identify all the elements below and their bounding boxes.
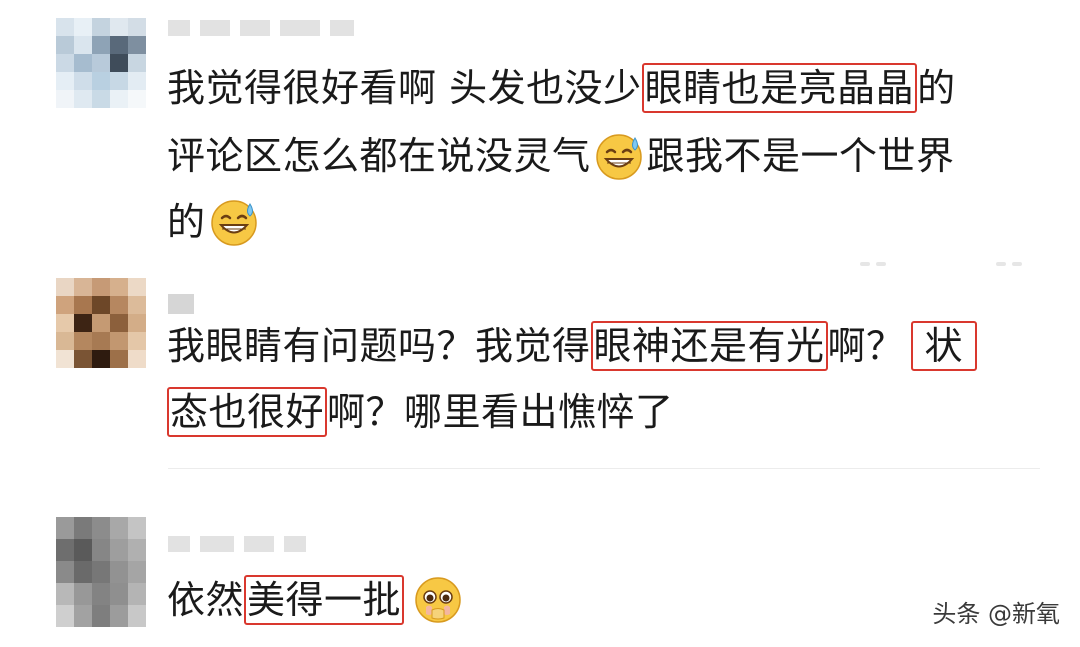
comment-text: 我觉得很好看啊 头发也没少 <box>167 66 642 110</box>
highlighted-text: 美得一批 <box>244 575 405 625</box>
highlighted-text: 眼神还是有光 <box>590 321 828 371</box>
watermark: 头条 @新氧 <box>932 594 1060 629</box>
divider <box>168 468 1040 469</box>
comment-text: 的 <box>917 66 956 110</box>
username-blurred[interactable] <box>168 20 354 36</box>
username-blurred[interactable] <box>168 294 194 314</box>
avatar[interactable] <box>56 278 146 368</box>
avatar[interactable] <box>56 18 146 108</box>
username-blurred[interactable] <box>168 536 306 552</box>
comment-text: 评论区怎么都在说没灵气 <box>167 134 591 178</box>
comment-text: 依然 <box>167 578 245 622</box>
grinning-sweat-emoji-icon <box>210 200 257 246</box>
pleading-face-emoji-icon <box>415 577 461 623</box>
comment-line: 的 <box>167 194 262 250</box>
comment-text: 我眼睛有问题吗？我觉得 <box>167 324 591 368</box>
comment-actions[interactable] <box>996 262 1022 266</box>
comment-line: 依然 美得一批 <box>167 572 466 628</box>
watermark-text: 头条 @新氧 <box>932 600 1060 628</box>
comment-line: 我眼睛有问题吗？我觉得 眼神还是有光 啊？ 状 <box>167 318 978 374</box>
comment-text: 跟我不是一个世界 <box>646 134 955 178</box>
comment-text: 的 <box>167 200 206 244</box>
highlighted-text: 状 <box>910 321 978 371</box>
comment-line: 我觉得很好看啊 头发也没少 眼睛也是亮晶晶 的 <box>167 60 956 116</box>
avatar[interactable] <box>56 517 146 627</box>
comment-line: 态也很好 啊？哪里看出憔悴了 <box>167 384 674 440</box>
comment-text: 啊？哪里看出憔悴了 <box>327 390 674 434</box>
highlighted-text: 眼睛也是亮晶晶 <box>641 63 918 113</box>
highlighted-text: 态也很好 <box>167 387 328 437</box>
comment-actions[interactable] <box>860 262 886 266</box>
grinning-sweat-emoji-icon <box>595 134 642 180</box>
comment-text: 啊？ <box>827 324 905 368</box>
comment-line: 评论区怎么都在说没灵气 跟我不是一个世界 <box>167 128 955 184</box>
